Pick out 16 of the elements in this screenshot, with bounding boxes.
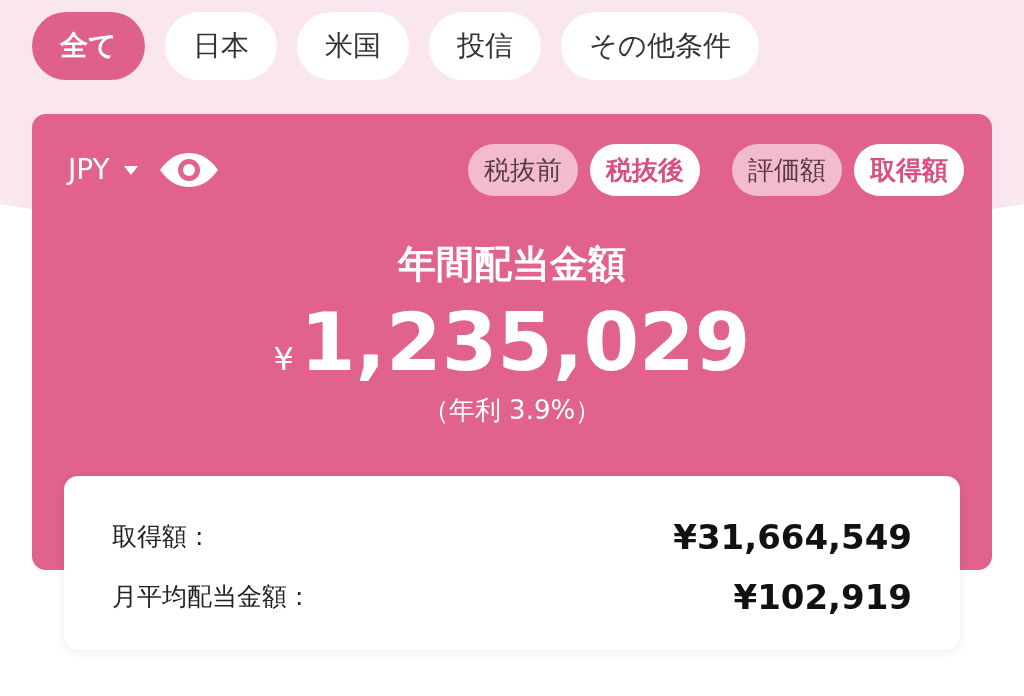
- toggle-option[interactable]: 評価額: [732, 144, 842, 196]
- summary-value: ¥102,919: [733, 575, 912, 619]
- annual-dividend-amount: 1,235,029: [299, 295, 751, 391]
- currency-symbol: ¥: [273, 339, 294, 380]
- card-title: 年間配当金額: [398, 241, 626, 288]
- yield-text: （年利 3.9%）: [422, 394, 602, 427]
- toggle-option[interactable]: 税抜前: [468, 144, 578, 196]
- filter-chip[interactable]: その他条件: [561, 12, 759, 80]
- currency-dropdown[interactable]: JPY: [68, 149, 138, 191]
- summary-label: 月平均配当金額 :: [112, 581, 304, 614]
- summary-label: 取得額 :: [112, 521, 204, 554]
- toggle-option[interactable]: 税抜後: [590, 144, 700, 196]
- toggle-option[interactable]: 取得額: [854, 144, 964, 196]
- caret-icon: [123, 165, 138, 175]
- summary-value: ¥31,664,549: [673, 515, 912, 559]
- eye-icon[interactable]: [157, 152, 220, 188]
